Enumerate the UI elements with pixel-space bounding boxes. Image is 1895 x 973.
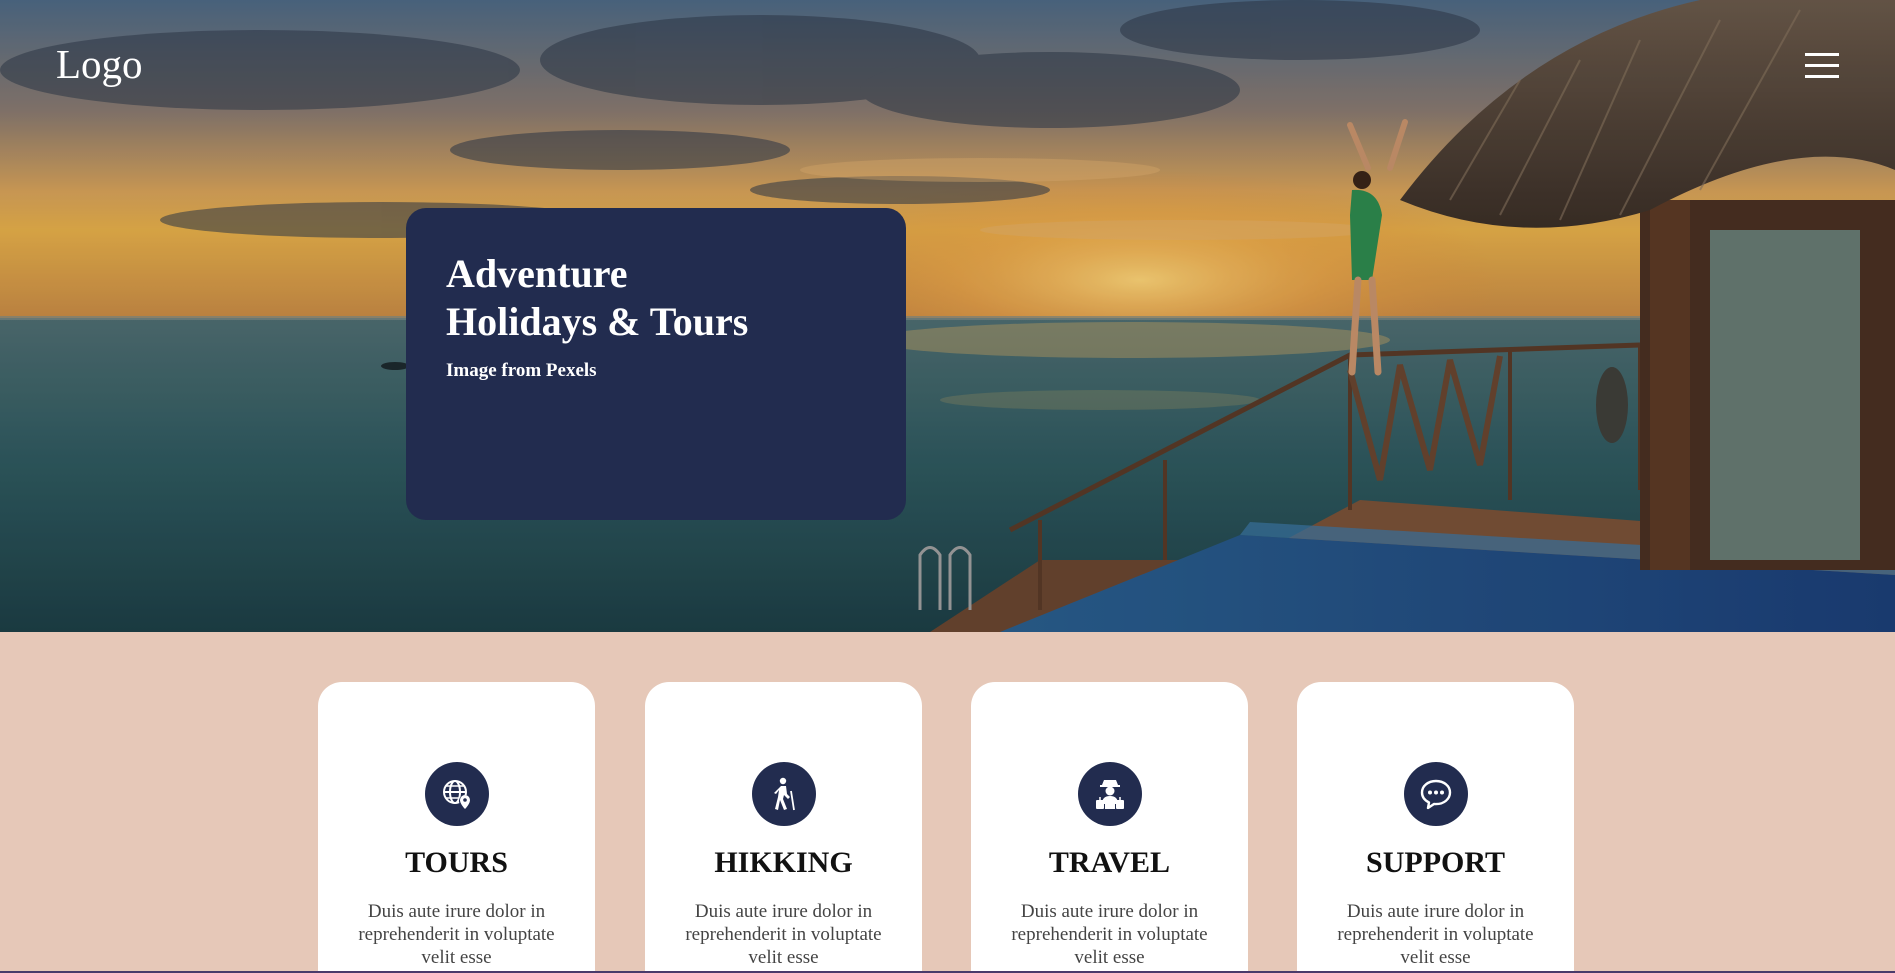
feature-title: TRAVEL bbox=[1048, 846, 1171, 879]
hero-title-line-1: Adventure bbox=[446, 251, 628, 296]
feature-card-tours[interactable]: TOURS Duis aute irure dolor in reprehend… bbox=[318, 682, 595, 973]
hero-card: Adventure Holidays & Tours Image from Pe… bbox=[406, 208, 906, 520]
globe-location-icon bbox=[425, 762, 489, 826]
feature-description: Duis aute irure dolor in reprehenderit i… bbox=[1011, 901, 1208, 968]
feature-title: HIKKING bbox=[714, 846, 853, 879]
feature-description: Duis aute irure dolor in reprehenderit i… bbox=[685, 901, 882, 968]
feature-card-support[interactable]: SUPPORT Duis aute irure dolor in reprehe… bbox=[1297, 682, 1574, 973]
feature-card-hikking[interactable]: HIKKING Duis aute irure dolor in reprehe… bbox=[645, 682, 922, 973]
chat-bubble-icon bbox=[1404, 762, 1468, 826]
traveler-luggage-icon bbox=[1078, 762, 1142, 826]
hero-background-image bbox=[0, 0, 1895, 632]
hero-title-line-2: Holidays & Tours bbox=[446, 299, 749, 344]
feature-description: Duis aute irure dolor in reprehenderit i… bbox=[358, 901, 555, 968]
menu-line bbox=[1805, 53, 1839, 56]
hero-section: Logo Adventure Holidays & Tours Image fr… bbox=[0, 0, 1895, 632]
image-credit: Image from Pexels bbox=[446, 360, 597, 381]
menu-line bbox=[1805, 75, 1839, 78]
feature-title: SUPPORT bbox=[1366, 846, 1505, 879]
hero-title: Adventure Holidays & Tours bbox=[446, 250, 866, 346]
menu-line bbox=[1805, 64, 1839, 67]
hamburger-menu-icon[interactable] bbox=[1805, 53, 1839, 79]
hiker-icon bbox=[752, 762, 816, 826]
feature-description: Duis aute irure dolor in reprehenderit i… bbox=[1337, 901, 1534, 968]
features-section: TOURS Duis aute irure dolor in reprehend… bbox=[0, 632, 1895, 973]
logo[interactable]: Logo bbox=[56, 40, 143, 88]
feature-title: TOURS bbox=[405, 846, 508, 879]
feature-card-travel[interactable]: TRAVEL Duis aute irure dolor in reprehen… bbox=[971, 682, 1248, 973]
